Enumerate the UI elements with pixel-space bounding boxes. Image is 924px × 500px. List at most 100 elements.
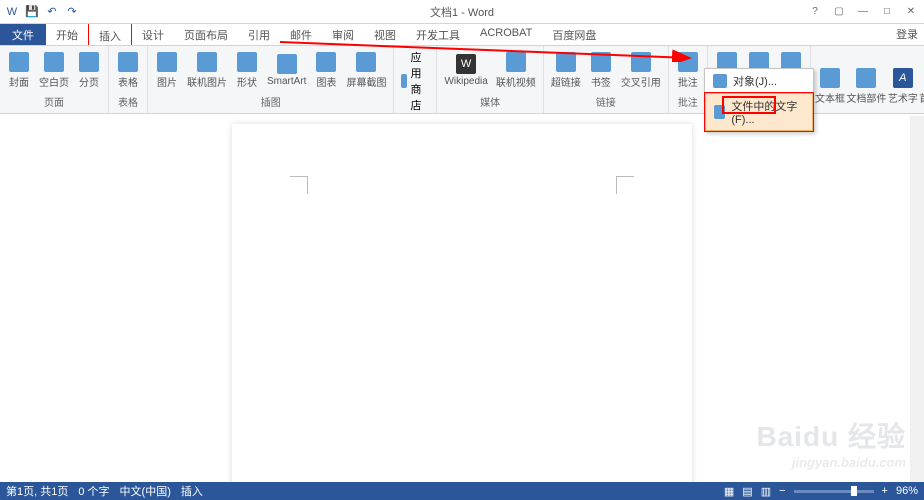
vertical-scrollbar[interactable] — [910, 116, 924, 482]
textbox-icon — [820, 68, 840, 88]
group-label: 链接 — [548, 92, 664, 111]
tab-view[interactable]: 视图 — [364, 23, 406, 45]
quick-access-toolbar: W 💾 ↶ ↷ — [0, 4, 80, 20]
crossref-icon — [631, 52, 651, 72]
status-page[interactable]: 第1页, 共1页 — [6, 483, 68, 499]
document-page[interactable] — [232, 124, 692, 482]
wikipedia-button[interactable]: WWikipedia — [441, 48, 490, 92]
document-area[interactable] — [0, 116, 924, 482]
tab-references[interactable]: 引用 — [238, 23, 280, 45]
tab-review[interactable]: 审阅 — [322, 23, 364, 45]
table-button[interactable]: 表格 — [113, 48, 143, 92]
wikipedia-icon: W — [456, 54, 476, 74]
bookmark-icon — [591, 52, 611, 72]
group-links: 超链接 书签 交叉引用 链接 — [544, 46, 669, 113]
view-web-icon[interactable]: ▥ — [761, 485, 771, 498]
zoom-in-button[interactable]: + — [882, 485, 888, 497]
table-icon — [118, 52, 138, 72]
object-dropdown-menu: 对象(J)... 文件中的文字(F)... — [704, 68, 814, 132]
undo-icon[interactable]: ↶ — [44, 4, 60, 20]
bookmark-button[interactable]: 书签 — [586, 48, 616, 92]
status-mode[interactable]: 插入 — [181, 483, 203, 499]
save-icon[interactable]: 💾 — [24, 4, 40, 20]
smartart-button[interactable]: SmartArt — [264, 48, 309, 92]
ribbon-options-icon[interactable]: ▢ — [832, 6, 846, 17]
comment-button[interactable]: 批注 — [673, 48, 703, 92]
cover-page-button[interactable]: 封面 — [4, 48, 34, 92]
tab-insert[interactable]: 插入 — [88, 23, 132, 45]
maximize-button[interactable]: □ — [880, 6, 894, 17]
video-icon — [506, 52, 526, 72]
tab-baidu[interactable]: 百度网盘 — [542, 23, 606, 45]
quickparts-icon — [856, 68, 876, 88]
group-label: 页面 — [4, 92, 104, 111]
hyperlink-icon — [556, 52, 576, 72]
zoom-level[interactable]: 96% — [896, 485, 918, 497]
status-wordcount[interactable]: 0 个字 — [78, 483, 109, 499]
status-language[interactable]: 中文(中国) — [120, 483, 171, 499]
group-tables: 表格 表格 — [109, 46, 148, 113]
shapes-icon — [237, 52, 257, 72]
zoom-out-button[interactable]: − — [779, 485, 785, 497]
minimize-button[interactable]: — — [856, 6, 870, 17]
group-label: 表格 — [113, 92, 143, 111]
online-video-button[interactable]: 联机视频 — [493, 48, 539, 92]
object-icon — [713, 74, 727, 88]
cover-icon — [9, 52, 29, 72]
tab-acrobat[interactable]: ACROBAT — [470, 23, 542, 45]
tab-mailings[interactable]: 邮件 — [280, 23, 322, 45]
app-store-button[interactable]: 应用商店 — [398, 48, 432, 114]
dropcap-button[interactable]: 首字下沉 — [920, 48, 924, 124]
ribbon-tabs: 文件 开始 插入 设计 页面布局 引用 邮件 审阅 视图 开发工具 ACROBA… — [0, 24, 924, 46]
menu-item-object[interactable]: 对象(J)... — [705, 69, 813, 93]
login-link[interactable]: 登录 — [896, 26, 918, 42]
blank-page-button[interactable]: 空白页 — [36, 48, 72, 92]
blank-icon — [44, 52, 64, 72]
text-from-file-icon — [714, 105, 725, 119]
screenshot-icon — [356, 52, 376, 72]
screenshot-button[interactable]: 屏幕截图 — [343, 48, 389, 92]
view-read-icon[interactable]: ▤ — [742, 485, 752, 498]
picture-icon — [157, 52, 177, 72]
redo-icon[interactable]: ↷ — [64, 4, 80, 20]
zoom-thumb[interactable] — [851, 486, 857, 496]
group-pages: 封面 空白页 分页 页面 — [0, 46, 109, 113]
online-pictures-button[interactable]: 联机图片 — [184, 48, 230, 92]
textbox-button[interactable]: 文本框 — [815, 48, 845, 124]
zoom-slider[interactable] — [794, 490, 874, 493]
chart-button[interactable]: 图表 — [311, 48, 341, 92]
quickparts-button[interactable]: 文档部件 — [847, 48, 885, 124]
store-icon — [401, 74, 407, 88]
wordart-icon: A — [893, 68, 913, 88]
pictures-button[interactable]: 图片 — [152, 48, 182, 92]
help-icon[interactable]: ? — [808, 6, 822, 17]
word-icon: W — [4, 4, 20, 20]
online-picture-icon — [197, 52, 217, 72]
shapes-button[interactable]: 形状 — [232, 48, 262, 92]
page-break-button[interactable]: 分页 — [74, 48, 104, 92]
tab-layout[interactable]: 页面布局 — [174, 23, 238, 45]
view-print-icon[interactable]: ▦ — [724, 485, 734, 498]
margin-corner-icon — [290, 176, 308, 194]
wordart-button[interactable]: A艺术字 — [888, 48, 918, 124]
tab-home[interactable]: 开始 — [46, 23, 88, 45]
group-comments: 批注 批注 — [669, 46, 708, 113]
break-icon — [79, 52, 99, 72]
tab-design[interactable]: 设计 — [132, 23, 174, 45]
chart-icon — [316, 52, 336, 72]
group-text: 文本框 文档部件 A艺术字 首字下沉 签名行 日期和时间 对象 ▾ 文本 — [811, 46, 924, 113]
menu-item-text-from-file[interactable]: 文件中的文字(F)... — [705, 93, 813, 131]
margin-corner-icon — [616, 176, 634, 194]
group-label: 插图 — [152, 92, 389, 111]
group-label: 批注 — [673, 92, 703, 111]
tab-developer[interactable]: 开发工具 — [406, 23, 470, 45]
comment-icon — [678, 52, 698, 72]
group-apps: 应用商店 我的应用 应用程序 — [394, 46, 437, 113]
group-illustrations: 图片 联机图片 形状 SmartArt 图表 屏幕截图 插图 — [148, 46, 394, 113]
smartart-icon — [277, 54, 297, 74]
close-button[interactable]: ✕ — [904, 6, 918, 17]
hyperlink-button[interactable]: 超链接 — [548, 48, 584, 92]
window-title: 文档1 - Word — [430, 4, 494, 20]
file-tab[interactable]: 文件 — [0, 23, 46, 45]
crossref-button[interactable]: 交叉引用 — [618, 48, 664, 92]
